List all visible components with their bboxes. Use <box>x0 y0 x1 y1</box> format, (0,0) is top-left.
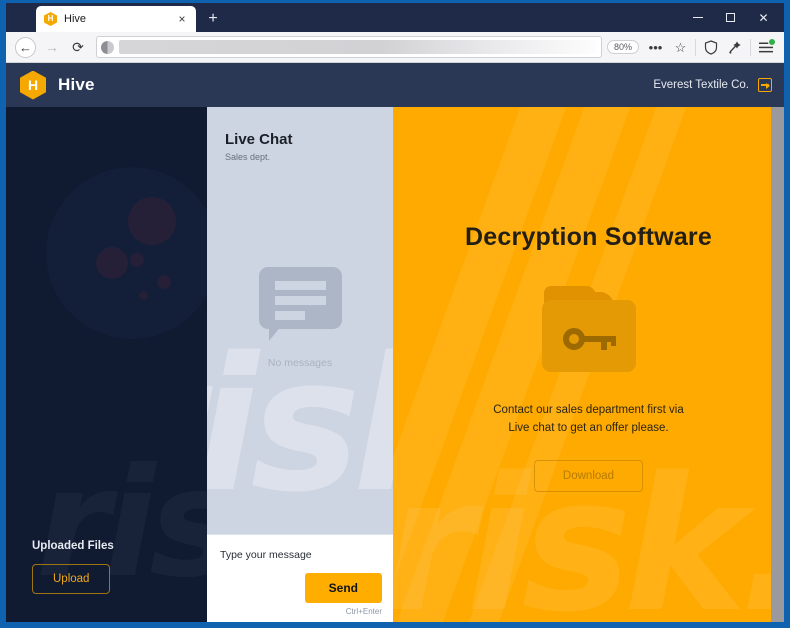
decryption-software-panel: risk.com Decryption Software Contact our… <box>393 107 784 622</box>
back-button-icon[interactable]: ← <box>15 36 36 58</box>
update-available-badge <box>768 37 776 46</box>
send-button[interactable]: Send <box>304 573 382 603</box>
browser-window: H Hive × + ✕ ← → ⟳ 80% ••• ☆ H Hive Ever… <box>0 0 790 628</box>
logout-icon[interactable] <box>758 78 772 92</box>
minimize-button[interactable] <box>681 3 714 32</box>
upload-button[interactable]: Upload <box>32 564 111 594</box>
app-header: H Hive Everest Textile Co. <box>6 63 784 107</box>
page-scrollbar[interactable] <box>771 107 784 622</box>
chat-title: Live Chat <box>225 131 293 148</box>
chat-header: Live Chat Sales dept. <box>207 107 393 162</box>
close-window-button[interactable]: ✕ <box>747 3 780 32</box>
offer-title: Decryption Software <box>465 223 712 252</box>
browser-toolbar: ← → ⟳ 80% ••• ☆ <box>6 32 784 63</box>
chat-empty-state: No messages <box>207 162 393 534</box>
toolbar-divider <box>695 38 696 56</box>
site-identity-icon[interactable] <box>101 40 114 54</box>
app-menu-icon[interactable] <box>753 35 778 60</box>
offer-description: Contact our sales department first via L… <box>393 402 784 438</box>
address-bar[interactable] <box>96 36 602 58</box>
tab-title: Hive <box>64 13 87 25</box>
new-tab-button[interactable]: + <box>202 8 224 30</box>
decorative-bubbles <box>46 167 207 347</box>
offer-content: Decryption Software Contact our sales de… <box>393 223 784 492</box>
url-text[interactable] <box>119 40 597 54</box>
reload-button-icon[interactable]: ⟳ <box>65 34 91 60</box>
message-bubble-icon <box>258 267 342 341</box>
sidebar: risk.com Uploaded Files Upload <box>6 107 207 622</box>
message-composer: Type your message Send Ctrl+Enter <box>207 534 393 622</box>
app-body: risk.com Uploaded Files Upload risk.com … <box>6 107 784 622</box>
maximize-button[interactable] <box>714 3 747 32</box>
live-chat-panel: risk.com Live Chat Sales dept. No messag… <box>207 107 393 622</box>
organization-name: Everest Textile Co. <box>653 79 749 91</box>
browser-tab-hive[interactable]: H Hive × <box>36 6 196 32</box>
folder-key-icon <box>541 286 636 373</box>
hive-favicon-icon: H <box>44 12 57 26</box>
zoom-level-badge[interactable]: 80% <box>606 40 639 54</box>
uploaded-files-section: Uploaded Files Upload <box>6 540 207 622</box>
pocket-icon[interactable] <box>723 35 748 60</box>
hive-logo-icon: H <box>20 70 46 100</box>
toolbar-divider-2 <box>750 38 751 56</box>
close-tab-icon[interactable]: × <box>174 11 190 27</box>
send-row: Send Ctrl+Enter <box>304 573 382 616</box>
app-brand-name: Hive <box>58 75 95 94</box>
send-shortcut-hint: Ctrl+Enter <box>345 607 382 616</box>
forward-button-icon: → <box>45 39 59 55</box>
page-actions-icon[interactable]: ••• <box>643 35 668 60</box>
offer-description-line1: Contact our sales department first via <box>493 404 684 417</box>
shield-icon[interactable] <box>698 35 723 60</box>
key-glyph-icon <box>562 328 616 351</box>
offer-description-line2: Live chat to get an offer please. <box>508 422 669 434</box>
tab-strip: H Hive × + ✕ <box>6 3 784 32</box>
window-controls: ✕ <box>681 3 780 32</box>
uploaded-files-label: Uploaded Files <box>32 540 114 552</box>
bookmark-star-icon[interactable]: ☆ <box>668 35 693 60</box>
no-messages-label: No messages <box>267 357 333 369</box>
chat-subtitle: Sales dept. <box>225 152 271 162</box>
message-input[interactable]: Type your message <box>220 549 381 561</box>
download-button[interactable]: Download <box>533 459 644 492</box>
